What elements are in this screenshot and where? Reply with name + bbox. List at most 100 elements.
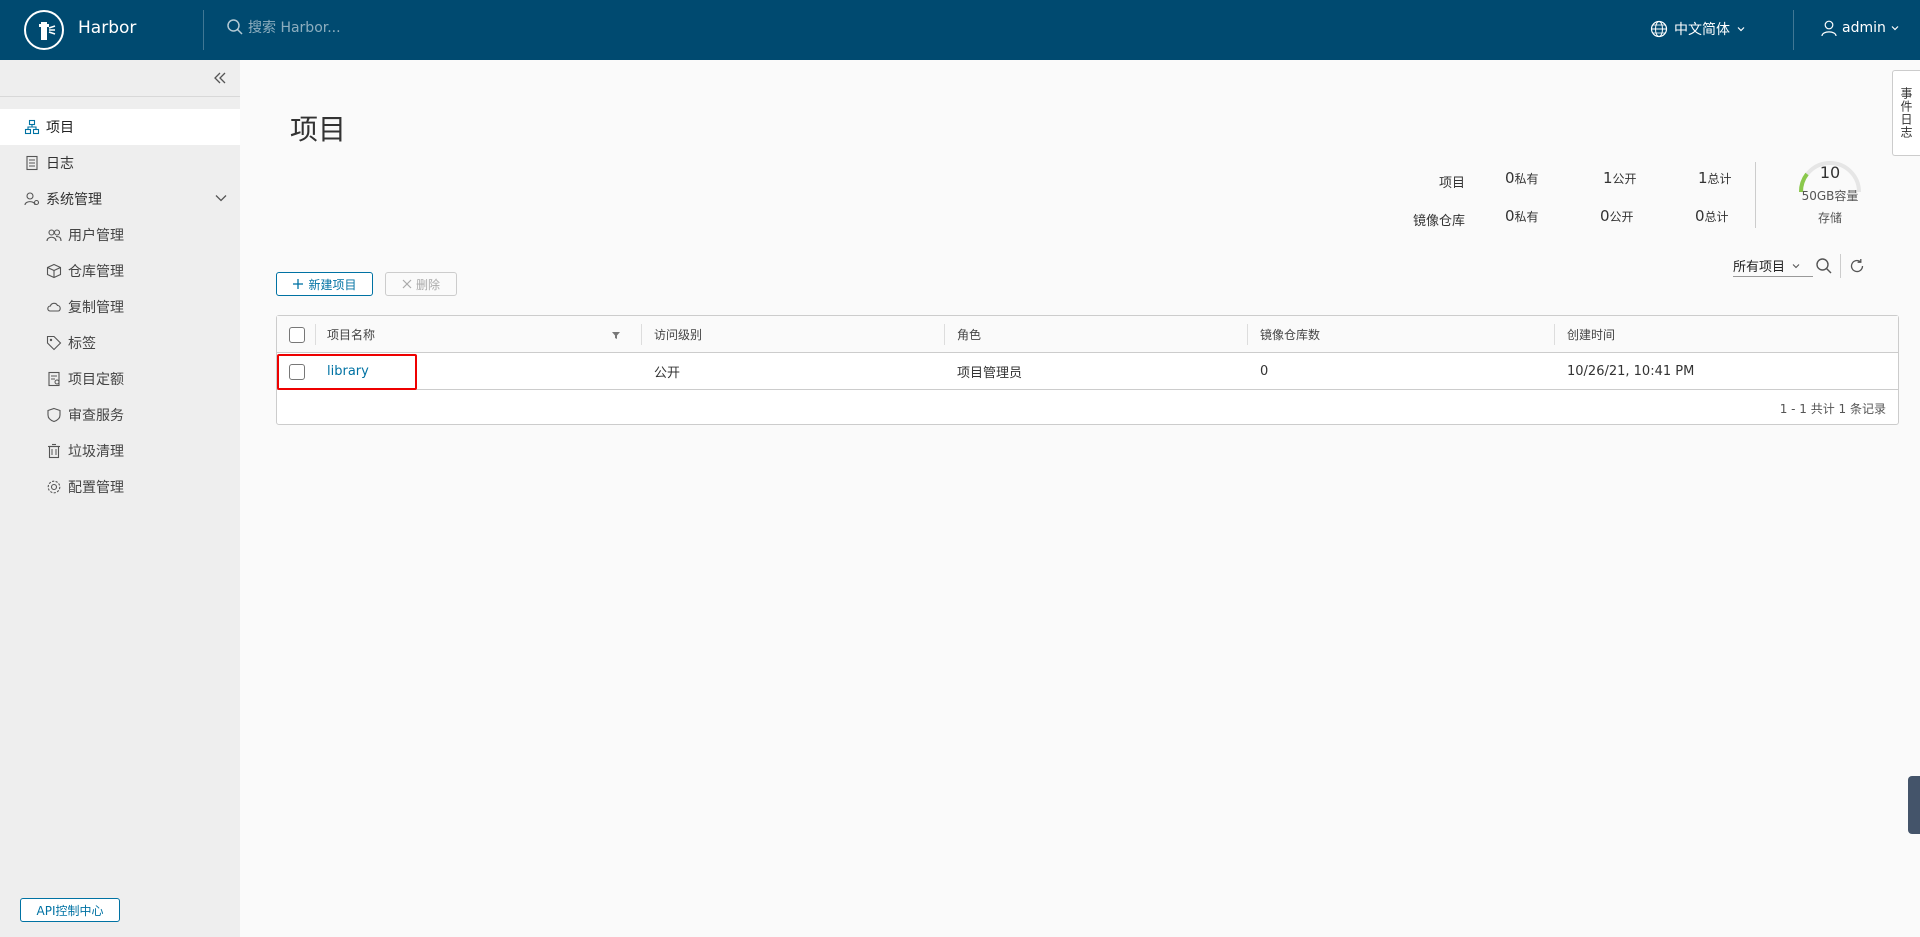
stat-repos-private: 0私有	[1505, 207, 1539, 225]
stat-projects-total: 1总计	[1698, 169, 1732, 187]
projects-table: 项目名称 访问级别 角色 镜像仓库数 创建时间 library 公开 项目管理员…	[276, 315, 1899, 425]
sidebar-item-label: 配置管理	[68, 480, 124, 496]
sidebar-item-quotas[interactable]: 项目定额	[0, 361, 240, 397]
sidebar-item-label: 日志	[46, 156, 74, 172]
sidebar: 项目 日志 系统管理 用户管理 仓库管理 复制管理 标签 项目定额 审查服务 垃…	[0, 60, 240, 937]
replication-icon	[47, 302, 61, 312]
sidebar-item-label: 复制管理	[68, 300, 124, 316]
sidebar-item-label: 垃圾清理	[68, 444, 124, 460]
double-chevron-left-icon	[214, 72, 226, 84]
stat-repos-label: 镜像仓库	[1412, 214, 1465, 229]
user-menu[interactable]: admin	[1820, 19, 1900, 37]
table-row[interactable]: library 公开 项目管理员 0 10/26/21, 10:41 PM	[277, 353, 1898, 390]
column-header-access[interactable]: 访问级别	[654, 316, 702, 353]
column-header-repo-count[interactable]: 镜像仓库数	[1260, 316, 1320, 353]
scroll-handle[interactable]	[1908, 776, 1920, 834]
table-footer: 1 - 1 共计 1 条记录	[1779, 402, 1886, 416]
sidebar-item-gc[interactable]: 垃圾清理	[0, 433, 240, 469]
username: admin	[1842, 20, 1886, 36]
column-header-name[interactable]: 项目名称	[327, 316, 375, 353]
page-title: 项目	[290, 113, 347, 146]
header-divider	[203, 10, 204, 50]
chevron-down-icon	[1737, 27, 1745, 32]
sidebar-item-label: 仓库管理	[68, 264, 124, 280]
column-divider	[1247, 324, 1248, 345]
sidebar-item-replications[interactable]: 复制管理	[0, 289, 240, 325]
stat-repos-total: 0总计	[1695, 207, 1729, 225]
sidebar-item-logs[interactable]: 日志	[0, 145, 240, 181]
project-filter-select[interactable]: 所有项目	[1733, 255, 1813, 277]
stat-repos-public: 0公开	[1600, 207, 1634, 225]
sidebar-item-users[interactable]: 用户管理	[0, 217, 240, 253]
plus-icon	[293, 279, 304, 289]
language-label: 中文简体	[1674, 22, 1730, 38]
delete-button[interactable]: 删除	[385, 272, 457, 296]
storage-used: 10	[1819, 163, 1841, 182]
chevron-down-icon	[215, 195, 227, 202]
close-icon	[402, 279, 412, 289]
sidebar-item-label: 系统管理	[46, 192, 102, 208]
collapse-sidebar-button[interactable]	[210, 68, 230, 88]
brand-name[interactable]: Harbor	[78, 18, 136, 38]
refresh-button[interactable]	[1847, 256, 1867, 276]
chevron-down-icon	[1891, 26, 1899, 31]
sidebar-item-label: 审查服务	[68, 408, 124, 424]
column-header-created[interactable]: 创建时间	[1567, 316, 1615, 353]
new-project-label: 新建项目	[308, 277, 357, 292]
filter-value: 所有项目	[1733, 260, 1786, 275]
column-divider	[315, 324, 316, 345]
stat-projects-label: 项目	[1438, 176, 1465, 191]
shield-icon	[47, 407, 61, 423]
delete-label: 删除	[415, 277, 440, 292]
sidebar-item-label: 项目	[46, 120, 74, 136]
column-header-role[interactable]: 角色	[957, 316, 981, 353]
sidebar-item-label: 项目定额	[68, 372, 124, 388]
sidebar-item-labels[interactable]: 标签	[0, 325, 240, 361]
harbor-logo-icon[interactable]	[24, 10, 64, 50]
sidebar-item-admin[interactable]: 系统管理	[0, 181, 240, 217]
search-input[interactable]: 搜索 Harbor...	[248, 17, 341, 37]
registry-icon	[46, 263, 62, 279]
sidebar-divider	[0, 96, 240, 97]
stats-divider	[1755, 162, 1756, 228]
sidebar-item-scanners[interactable]: 审查服务	[0, 397, 240, 433]
sidebar-item-configuration[interactable]: 配置管理	[0, 469, 240, 505]
admin-icon	[24, 192, 40, 206]
new-project-button[interactable]: 新建项目	[276, 272, 373, 296]
event-log-tab[interactable]: 事件日志	[1892, 70, 1920, 156]
storage-label: 存储	[1817, 211, 1842, 225]
search-icon	[1816, 258, 1832, 274]
api-explorer-button[interactable]: API控制中心	[20, 898, 120, 922]
refresh-icon	[1850, 259, 1864, 273]
stat-projects-private: 0私有	[1505, 169, 1539, 187]
gear-icon	[47, 480, 61, 494]
global-search[interactable]: 搜索 Harbor...	[226, 17, 341, 37]
language-selector[interactable]: 中文简体	[1650, 19, 1746, 39]
column-filter-button[interactable]	[611, 316, 621, 353]
column-divider	[1554, 324, 1555, 345]
column-divider	[944, 324, 945, 345]
toolbar-divider	[1840, 254, 1841, 278]
storage-capacity: 50GB容量	[1801, 189, 1859, 203]
stat-projects-public: 1公开	[1603, 169, 1637, 187]
project-access: 公开	[654, 366, 681, 381]
table-header: 项目名称 访问级别 角色 镜像仓库数 创建时间	[277, 316, 1898, 353]
sidebar-item-label: 用户管理	[68, 228, 124, 244]
projects-icon	[24, 119, 40, 135]
header-divider	[1793, 10, 1794, 50]
sidebar-item-projects[interactable]: 项目	[0, 109, 240, 145]
search-icon	[227, 19, 243, 35]
column-divider	[641, 324, 642, 345]
trash-icon	[48, 443, 60, 459]
search-projects-button[interactable]	[1814, 256, 1834, 276]
globe-icon	[1650, 20, 1668, 38]
tag-icon	[46, 335, 62, 351]
sidebar-item-registries[interactable]: 仓库管理	[0, 253, 240, 289]
filter-icon	[612, 331, 620, 339]
sidebar-item-label: 标签	[68, 336, 96, 352]
project-repo-count: 0	[1260, 364, 1269, 379]
logs-icon	[26, 155, 38, 171]
project-role: 项目管理员	[957, 366, 1023, 381]
top-header: Harbor 搜索 Harbor... 中文简体 admin	[0, 0, 1920, 60]
select-all-checkbox[interactable]	[289, 316, 305, 353]
